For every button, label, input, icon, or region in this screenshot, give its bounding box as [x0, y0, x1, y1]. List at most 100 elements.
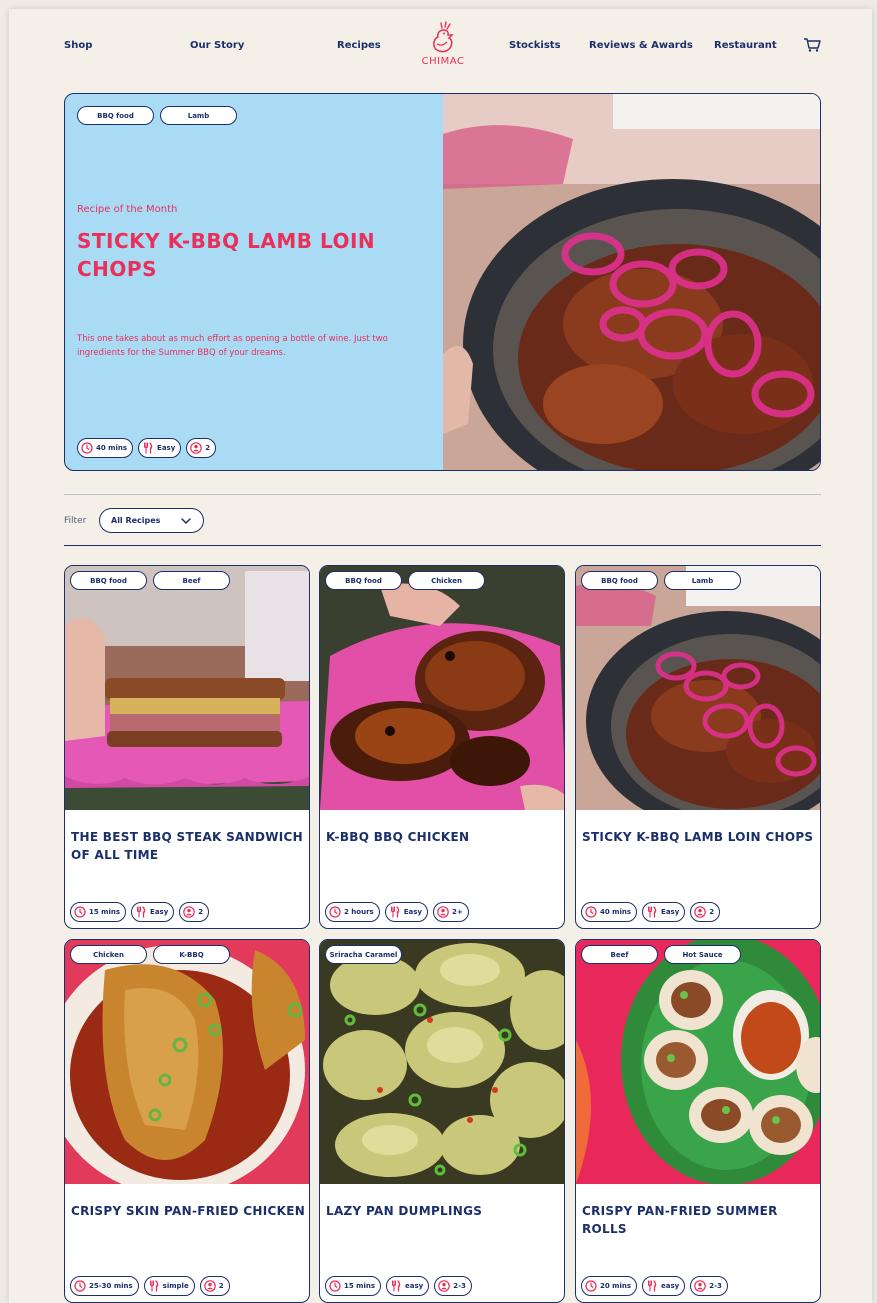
cutlery-icon [148, 1280, 160, 1292]
recipe-card[interactable]: Beef Hot Sauce CRISPY PAN-FRIED SUMMER R… [575, 939, 821, 1303]
top-nav: Shop Our Story Recipes CHIMAC Stockists … [9, 9, 872, 89]
person-icon [694, 1280, 706, 1292]
serves-value: 2+ [451, 908, 463, 916]
card-title[interactable]: CRISPY PAN-FRIED SUMMER ROLLS [582, 1202, 818, 1238]
card-title[interactable]: CRISPY SKIN PAN-FRIED CHICKEN [71, 1202, 307, 1220]
difficulty-value: Easy [157, 444, 176, 452]
page: Shop Our Story Recipes CHIMAC Stockists … [9, 9, 872, 1303]
person-icon [694, 906, 706, 918]
nav-shop[interactable]: Shop [64, 40, 92, 51]
clock-icon [329, 1280, 341, 1292]
difficulty-value: easy [661, 1282, 680, 1290]
recipe-of-month-hero[interactable]: BBQ food Lamb Recipe of the Month STICKY… [64, 93, 821, 471]
clock-icon [585, 906, 597, 918]
recipe-card[interactable]: Chicken K-BBQ CRISPY SKIN PAN-FRIED CHIC… [64, 939, 310, 1303]
difficulty-value: Easy [150, 908, 169, 916]
time-value: 40 mins [96, 444, 128, 452]
recipe-photo-lamb-chops [576, 566, 820, 810]
card-title[interactable]: K-BBQ BBQ CHICKEN [326, 828, 562, 846]
card-title[interactable]: LAZY PAN DUMPLINGS [326, 1202, 562, 1220]
cutlery-icon [646, 906, 658, 918]
chicken-logo-icon [433, 21, 454, 53]
nav-reviews-awards[interactable]: Reviews & Awards [589, 40, 693, 51]
difficulty-pill: Easy [138, 438, 182, 458]
card-tag[interactable]: Sriracha Caramel [325, 945, 402, 964]
hero-tag-lamb[interactable]: Lamb [160, 106, 237, 125]
recipe-photo-pan-fried-chicken [65, 940, 309, 1184]
chevron-down-icon [181, 518, 191, 525]
cutlery-icon [135, 906, 147, 918]
cutlery-icon [646, 1280, 658, 1292]
recipe-photo-dumplings [320, 940, 564, 1184]
recipe-card[interactable]: Sriracha Caramel LAZY PAN DUMPLINGS 15 m… [319, 939, 565, 1303]
filter-label: Filter [64, 516, 87, 526]
time-pill: 40 mins [581, 902, 638, 922]
card-tag[interactable]: Chicken [70, 945, 147, 964]
hero-title[interactable]: STICKY K-BBQ LAMB LOIN CHOPS [77, 227, 407, 283]
hero-info-panel: BBQ food Lamb Recipe of the Month STICKY… [65, 94, 443, 470]
serves-pill: 2 [186, 438, 217, 458]
hero-meta: 40 mins Easy 2 [77, 438, 217, 458]
recipe-photo-bbq-chicken [320, 566, 564, 810]
clock-icon [329, 906, 341, 918]
recipe-card[interactable]: BBQ food Lamb STICKY K-BBQ LAMB LOIN CHO… [575, 565, 821, 929]
difficulty-value: easy [405, 1282, 424, 1290]
recipe-photo-summer-rolls [576, 940, 820, 1184]
card-tag[interactable]: BBQ food [325, 571, 402, 590]
card-tag[interactable]: Beef [153, 571, 230, 590]
time-pill: 20 mins [581, 1276, 638, 1296]
nav-stockists[interactable]: Stockists [509, 40, 561, 51]
card-tag[interactable]: K-BBQ [153, 945, 230, 964]
card-meta: 15 mins Easy 2 [70, 902, 210, 922]
card-tag[interactable]: BBQ food [70, 571, 147, 590]
person-icon [190, 442, 202, 454]
hero-tag-bbq-food[interactable]: BBQ food [77, 106, 154, 125]
card-tag[interactable]: Chicken [408, 571, 485, 590]
difficulty-pill: easy [642, 1276, 686, 1296]
difficulty-pill: simple [143, 1276, 195, 1296]
time-pill: 40 mins [77, 438, 134, 458]
difficulty-value: simple [162, 1282, 189, 1290]
divider-bottom [64, 545, 821, 546]
card-tag[interactable]: Lamb [664, 571, 741, 590]
time-value: 20 mins [600, 1282, 632, 1290]
card-title[interactable]: STICKY K-BBQ LAMB LOIN CHOPS [582, 828, 818, 846]
cutlery-icon [389, 906, 401, 918]
serves-value: 2-3 [453, 1282, 466, 1290]
lamb-chops-photo [443, 94, 820, 470]
time-value: 40 mins [600, 908, 632, 916]
cart-icon[interactable] [803, 37, 821, 53]
filter-selected-value: All Recipes [111, 516, 161, 525]
hero-photo-lamb-chops[interactable] [443, 94, 820, 470]
person-icon [438, 1280, 450, 1292]
hero-eyebrow: Recipe of the Month [77, 204, 178, 215]
time-value: 15 mins [344, 1282, 376, 1290]
clock-icon [74, 1280, 86, 1292]
card-title[interactable]: THE BEST BBQ STEAK SANDWICH OF ALL TIME [71, 828, 307, 864]
nav-our-story[interactable]: Our Story [190, 40, 244, 51]
card-tag[interactable]: BBQ food [581, 571, 658, 590]
recipe-card[interactable]: BBQ food Beef THE BEST BBQ STEAK SANDWIC… [64, 565, 310, 929]
card-tag[interactable]: Hot Sauce [664, 945, 741, 964]
person-icon [204, 1280, 216, 1292]
serves-pill: 2 [690, 902, 721, 922]
recipe-filter-select[interactable]: All Recipes [99, 508, 204, 533]
difficulty-pill: Easy [131, 902, 175, 922]
hero-description: This one takes about as much effort as o… [77, 334, 388, 358]
card-meta: 40 mins Easy 2 [581, 902, 721, 922]
cutlery-icon [142, 442, 154, 454]
serves-pill: 2-3 [690, 1276, 728, 1296]
card-tag[interactable]: Beef [581, 945, 658, 964]
serves-pill: 2 [199, 1276, 230, 1296]
recipe-card[interactable]: BBQ food Chicken K-BBQ BBQ CHICKEN 2 hou… [319, 565, 565, 929]
time-pill: 15 mins [325, 1276, 382, 1296]
nav-recipes[interactable]: Recipes [337, 40, 381, 51]
clock-icon [585, 1280, 597, 1292]
card-meta: 20 mins easy 2-3 [581, 1276, 728, 1296]
time-pill: 15 mins [70, 902, 127, 922]
time-value: 25-30 mins [89, 1282, 133, 1290]
nav-restaurant[interactable]: Restaurant [714, 40, 777, 51]
chimac-logo[interactable]: CHIMAC [419, 21, 467, 71]
serves-value: 2-3 [709, 1282, 722, 1290]
card-meta: 15 mins easy 2-3 [325, 1276, 472, 1296]
